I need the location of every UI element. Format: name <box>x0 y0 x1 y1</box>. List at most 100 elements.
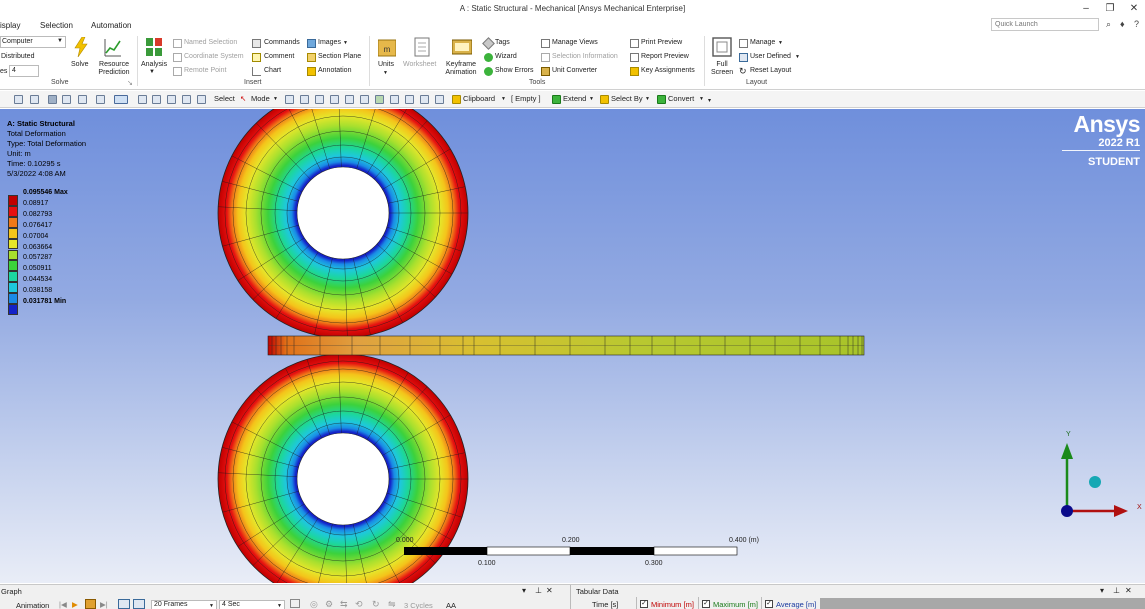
analysis-button[interactable]: Analysis <box>141 61 167 68</box>
tags-button[interactable]: Tags <box>495 39 510 46</box>
units-button[interactable]: Units <box>378 61 394 68</box>
restore-button[interactable]: ❐ <box>1101 2 1119 16</box>
view-solid-icon[interactable] <box>48 95 57 104</box>
result-sets-icon[interactable] <box>133 599 145 609</box>
view-wire-icon[interactable] <box>62 95 71 104</box>
worksheet-button[interactable]: Worksheet <box>403 61 436 68</box>
quick-launch-input[interactable] <box>991 18 1099 31</box>
pan-icon[interactable] <box>138 95 147 104</box>
zoom-out-icon[interactable] <box>30 95 39 104</box>
select-mesh-icon[interactable] <box>420 95 429 104</box>
search-icon[interactable]: ⌕ <box>1106 19 1111 30</box>
minimum-checkbox[interactable]: ✓ <box>640 600 648 608</box>
full-screen-icon[interactable] <box>712 37 732 57</box>
unit-converter-button[interactable]: Unit Converter <box>552 67 597 74</box>
convert-dropdown[interactable]: Convert <box>668 94 694 103</box>
remote-point-button[interactable]: Remote Point <box>184 67 226 74</box>
images-button[interactable]: Images <box>318 39 341 46</box>
step-back-icon[interactable]: |◀ <box>59 600 67 609</box>
pane-menu-icon[interactable]: ▾ <box>1100 586 1104 595</box>
cores-input[interactable]: 4 <box>9 65 39 77</box>
keyframe-animation-button[interactable]: Keyframe Animation <box>443 61 479 77</box>
zoom-icon[interactable] <box>152 95 161 104</box>
zoom-in-icon[interactable] <box>14 95 23 104</box>
maximum-checkbox[interactable]: ✓ <box>702 600 710 608</box>
zoom-selection-icon[interactable] <box>197 95 206 104</box>
select-path-icon[interactable] <box>435 95 444 104</box>
menu-automation[interactable]: Automation <box>91 21 131 30</box>
solve-button[interactable]: Solve <box>71 61 89 68</box>
full-screen-button[interactable]: Full Screen <box>711 61 733 77</box>
analysis-icon[interactable] <box>145 37 163 57</box>
resource-prediction-button[interactable]: Resource Prediction <box>97 61 131 77</box>
antialias-toggle[interactable]: AA <box>446 601 456 609</box>
box-zoom-icon[interactable] <box>167 95 176 104</box>
coordinate-system-button[interactable]: Coordinate System <box>184 53 244 60</box>
select-vertex-icon[interactable] <box>285 95 294 104</box>
column-average[interactable]: Average [m] <box>776 600 816 609</box>
select-node-icon[interactable] <box>345 95 354 104</box>
chart-button[interactable]: Chart <box>264 67 281 74</box>
export-video-icon[interactable] <box>290 599 300 608</box>
close-button[interactable]: ✕ <box>1125 2 1143 16</box>
pin-icon[interactable]: ⊥ <box>535 586 542 595</box>
comment-button[interactable]: Comment <box>264 53 294 60</box>
frames-select[interactable]: 20 Frames ▼ <box>151 600 217 609</box>
select-body-icon[interactable] <box>330 95 339 104</box>
mode-dropdown[interactable]: Mode <box>251 94 270 103</box>
stop-icon[interactable] <box>85 599 96 609</box>
view-mesh-icon[interactable] <box>78 95 87 104</box>
help-icon[interactable]: ? <box>1134 19 1139 29</box>
extend-dropdown[interactable]: Extend <box>563 94 586 103</box>
clipboard-dropdown[interactable]: Clipboard <box>463 94 495 103</box>
solve-location-select[interactable]: Computer ▼ <box>0 36 66 48</box>
cycle-icon[interactable]: ↻ <box>372 599 380 609</box>
rotate-icon[interactable] <box>114 95 128 104</box>
pick-mode-icon[interactable] <box>390 95 399 104</box>
column-maximum[interactable]: Maximum [m] <box>713 600 758 609</box>
cursor-mode-icon[interactable] <box>96 95 105 104</box>
zoom-fit-icon[interactable] <box>182 95 191 104</box>
select-face-icon[interactable] <box>315 95 324 104</box>
settings-icon[interactable]: ⚙ <box>325 599 333 609</box>
wizard-button[interactable]: Wizard <box>495 53 517 60</box>
cycles-label[interactable]: 3 Cycles <box>404 601 433 609</box>
minimize-button[interactable]: – <box>1077 2 1095 16</box>
model-render[interactable] <box>0 109 1145 583</box>
graphics-viewport[interactable]: A: Static Structural Total Deformation T… <box>0 109 1145 583</box>
units-icon[interactable]: m <box>378 38 396 58</box>
section-plane-button[interactable]: Section Plane <box>318 53 361 60</box>
reset-layout-button[interactable]: Reset Layout <box>750 67 791 74</box>
select-all-icon[interactable] <box>405 95 414 104</box>
select-element-icon[interactable] <box>375 95 384 104</box>
average-checkbox[interactable]: ✓ <box>765 600 773 608</box>
menu-display[interactable]: isplay <box>0 21 20 30</box>
commands-button[interactable]: Commands <box>264 39 300 46</box>
select-button[interactable]: Select <box>214 94 235 103</box>
select-edge-icon[interactable] <box>300 95 309 104</box>
named-selection-button[interactable]: Named Selection <box>184 39 237 46</box>
column-minimum[interactable]: Minimum [m] <box>651 600 694 609</box>
selection-information-button[interactable]: Selection Information <box>552 53 618 60</box>
pane-menu-icon[interactable]: ▾ <box>522 586 526 595</box>
manage-layout-button[interactable]: Manage <box>750 39 775 46</box>
upper-roller[interactable] <box>217 109 469 339</box>
print-preview-button[interactable]: Print Preview <box>641 39 682 46</box>
solve-icon[interactable] <box>72 37 90 57</box>
close-pane-icon[interactable]: ✕ <box>546 586 553 595</box>
distributed-label[interactable]: Distributed <box>1 53 34 60</box>
select-element-face-icon[interactable] <box>360 95 369 104</box>
keyframe-animation-icon[interactable] <box>452 38 472 58</box>
show-errors-button[interactable]: Show Errors <box>495 67 534 74</box>
metal-strip[interactable] <box>267 335 865 356</box>
dialog-launcher-icon[interactable]: ↘ <box>127 79 133 87</box>
select-by-dropdown[interactable]: Select By <box>611 94 643 103</box>
report-preview-button[interactable]: Report Preview <box>641 53 689 60</box>
user-defined-button[interactable]: User Defined <box>750 53 791 60</box>
annotation-button[interactable]: Annotation <box>318 67 351 74</box>
axis-triad[interactable] <box>1061 443 1128 517</box>
menu-selection[interactable]: Selection <box>40 21 73 30</box>
notifications-icon[interactable]: ♦ <box>1120 19 1125 29</box>
loop-icon[interactable]: ◎ <box>310 599 318 609</box>
pin-icon[interactable]: ⊥ <box>1113 586 1120 595</box>
